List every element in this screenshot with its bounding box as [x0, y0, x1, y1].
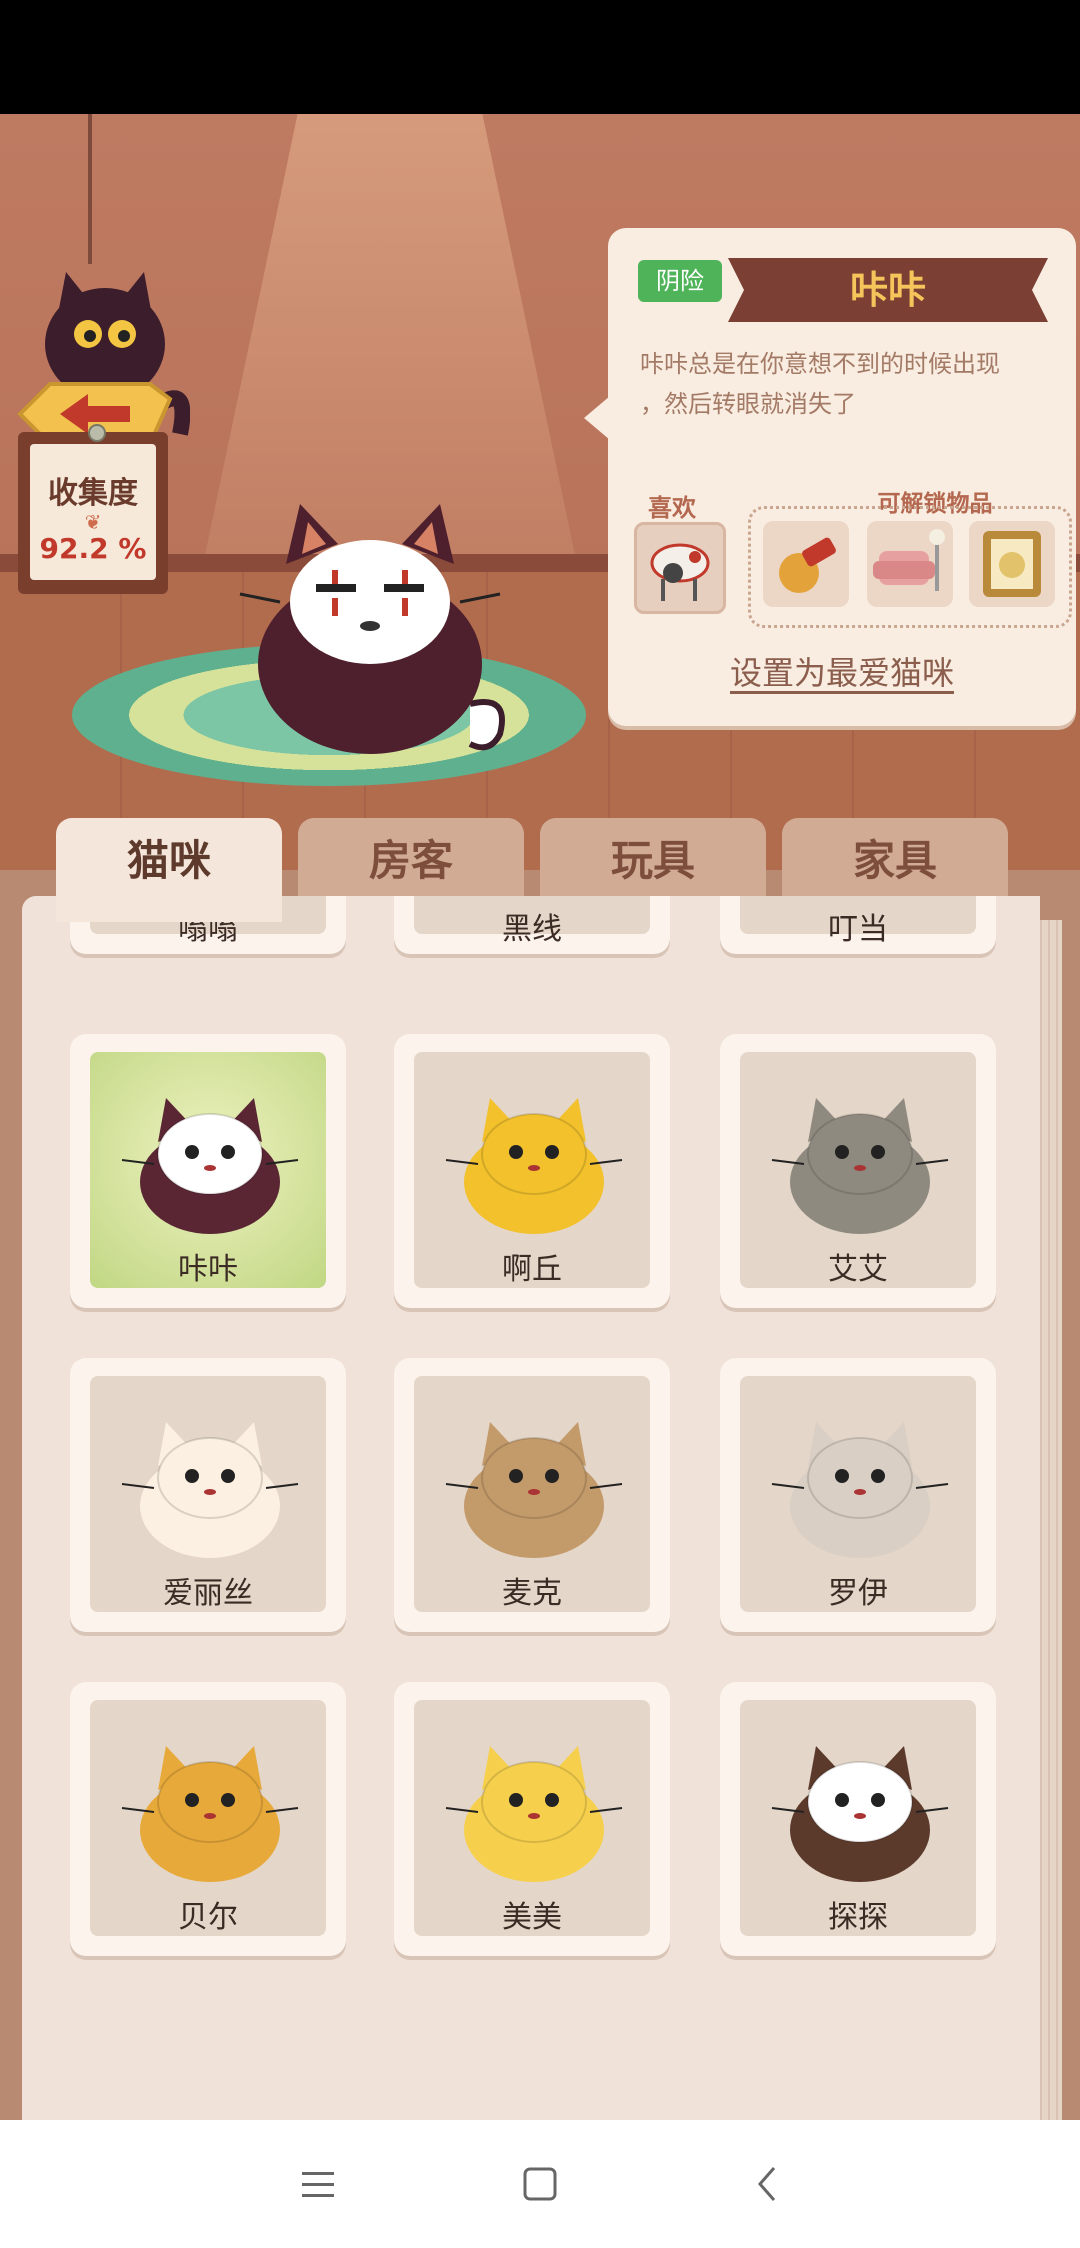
collection-title: 收集度 — [48, 476, 138, 511]
paw-icon: ❦ — [84, 510, 102, 534]
cat-portrait — [121, 1746, 299, 1882]
collection-value: 92.2 % — [39, 532, 147, 565]
cat-card-mike[interactable]: 麦克 — [394, 1358, 670, 1632]
unlock-item-portrait-icon[interactable] — [969, 521, 1055, 607]
cat-description-line-1: 咔咔总是在你意想不到的时候出现 — [640, 350, 1000, 378]
cat-card-name: 叮当 — [828, 912, 888, 947]
info-pointer — [584, 396, 610, 440]
tab-toys[interactable]: 玩具 — [540, 818, 766, 908]
tab-furniture[interactable]: 家具 — [782, 818, 1008, 908]
cat-portrait — [771, 1746, 949, 1882]
cat-card-partial[interactable]: 黑线 — [394, 896, 670, 954]
name-ribbon: 咔咔 — [728, 258, 1048, 322]
cat-card-alice[interactable]: 爱丽丝 — [70, 1358, 346, 1632]
cat-card-tantan[interactable]: 探探 — [720, 1682, 996, 1956]
set-favorite-cat-link[interactable]: 设置为最爱猫咪 — [608, 648, 1076, 694]
cat-card-aiai[interactable]: 艾艾 — [720, 1034, 996, 1308]
cat-card-roy[interactable]: 罗伊 — [720, 1358, 996, 1632]
unlock-item-sofa-icon[interactable] — [867, 521, 953, 607]
cat-card-aqiu[interactable]: 啊丘 — [394, 1034, 670, 1308]
pin-icon — [88, 424, 106, 442]
cat-info-panel: 阴险 咔咔 咔咔总是在你意想不到的时候出现 ，然后转眼就消失了 喜欢 可解锁物品… — [584, 228, 1076, 726]
liked-toy-icon[interactable] — [634, 522, 726, 614]
collection-paper: 收集度 ❦ 92.2 % — [30, 444, 156, 580]
cat-card-name: 艾艾 — [828, 1252, 888, 1287]
personality-badge: 阴险 — [638, 260, 722, 302]
cat-portrait — [771, 1098, 949, 1234]
back-icon[interactable] — [738, 2154, 798, 2214]
cat-card-name: 罗伊 — [828, 1576, 888, 1611]
cat-card-kaka[interactable]: 咔咔 — [70, 1034, 346, 1308]
cat-portrait — [445, 1746, 623, 1882]
cat-book[interactable]: 嗡嗡 黑线 叮当 咔咔 啊丘 艾艾 爱丽丝 麦克 罗伊 贝尔 美美 探探 — [22, 896, 1040, 2120]
cat-portrait — [771, 1422, 949, 1558]
cat-card-name: 爱丽丝 — [163, 1576, 253, 1611]
cat-card-name: 咔咔 — [178, 1252, 238, 1287]
cat-portrait — [121, 1422, 299, 1558]
cat-card-name: 啊丘 — [502, 1252, 562, 1287]
featured-cat — [239, 504, 505, 754]
home-icon[interactable] — [510, 2154, 570, 2214]
unlockables-box — [748, 506, 1072, 628]
unlock-item-cannon-icon[interactable] — [763, 521, 849, 607]
cat-card-name: 美美 — [502, 1900, 562, 1935]
cat-card-name: 探探 — [828, 1900, 888, 1935]
cat-card-bell[interactable]: 贝尔 — [70, 1682, 346, 1956]
cat-card-name: 黑线 — [502, 912, 562, 947]
collection-card: 收集度 ❦ 92.2 % — [18, 424, 168, 594]
likes-label: 喜欢 — [648, 494, 696, 522]
tab-cats[interactable]: 猫咪 — [56, 818, 282, 922]
navigation-bar — [0, 2120, 1080, 2248]
cat-card-name: 贝尔 — [178, 1900, 238, 1935]
cat-card-name: 麦克 — [502, 1576, 562, 1611]
tab-tenants[interactable]: 房客 — [298, 818, 524, 908]
cat-name: 咔咔 — [849, 268, 926, 312]
cat-grid: 嗡嗡 黑线 叮当 咔咔 啊丘 艾艾 爱丽丝 麦克 罗伊 贝尔 美美 探探 — [22, 896, 1040, 2120]
cat-portrait — [445, 1422, 623, 1558]
cat-card-meimei[interactable]: 美美 — [394, 1682, 670, 1956]
menu-icon[interactable] — [288, 2154, 348, 2214]
cat-portrait — [445, 1098, 623, 1234]
cat-card-partial[interactable]: 叮当 — [720, 896, 996, 954]
status-bar — [0, 0, 1080, 114]
cat-portrait — [121, 1098, 299, 1234]
cat-description-line-2: ，然后转眼就消失了 — [640, 390, 856, 418]
